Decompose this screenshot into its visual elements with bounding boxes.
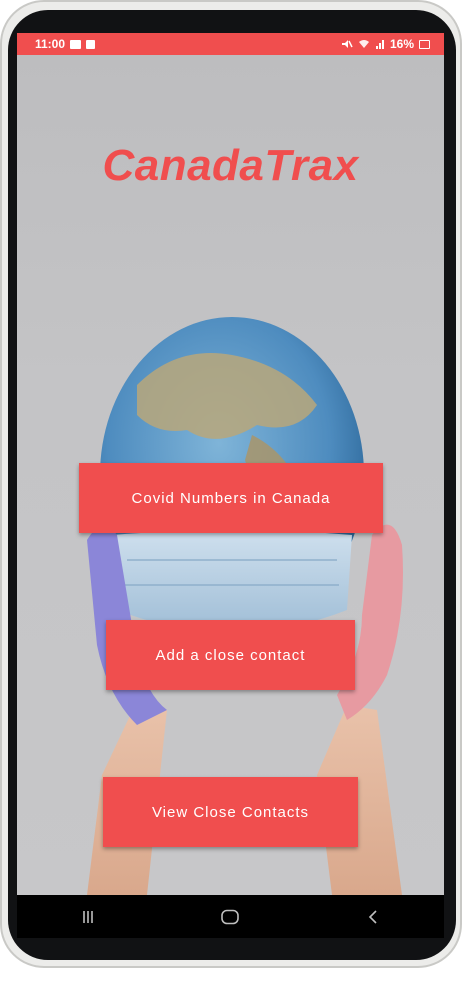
mute-icon bbox=[341, 40, 353, 48]
image-icon bbox=[70, 39, 82, 49]
check-icon bbox=[86, 39, 96, 49]
device-screen: 11:00 16% CanadaTrax Covid Numbers in Ca… bbox=[17, 33, 444, 938]
face-mask bbox=[112, 530, 352, 633]
status-bar: 11:00 16% bbox=[17, 33, 444, 55]
status-right: 16% bbox=[341, 37, 430, 51]
app-title: CanadaTrax bbox=[102, 141, 359, 190]
home-button[interactable] bbox=[200, 895, 260, 938]
status-left: 11:00 bbox=[35, 37, 96, 51]
battery-percent: 16% bbox=[389, 37, 414, 51]
android-nav-bar bbox=[17, 895, 444, 938]
recent-apps-button[interactable] bbox=[58, 895, 118, 938]
covid-numbers-button[interactable]: Covid Numbers in Canada bbox=[79, 463, 383, 533]
signal-icon bbox=[375, 40, 384, 49]
battery-icon bbox=[419, 39, 430, 49]
home-icon bbox=[221, 909, 240, 924]
back-icon bbox=[368, 909, 377, 924]
status-time: 11:00 bbox=[35, 37, 66, 51]
main-content: CanadaTrax Covid Numbers in Canada Add a… bbox=[17, 55, 444, 895]
wifi-icon bbox=[358, 40, 369, 48]
back-button[interactable] bbox=[343, 895, 403, 938]
view-close-contacts-button[interactable]: View Close Contacts bbox=[103, 777, 358, 847]
add-close-contact-button[interactable]: Add a close contact bbox=[106, 620, 355, 690]
recent-apps-icon bbox=[83, 910, 93, 923]
